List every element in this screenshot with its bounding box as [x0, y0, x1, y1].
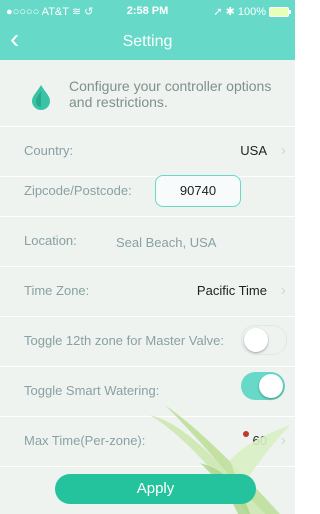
zip-input[interactable]: 90740: [155, 175, 241, 207]
smart-watering-toggle[interactable]: [241, 372, 285, 400]
status-right: ➚ ✱ 100%: [213, 5, 291, 18]
location-value: Seal Beach, USA: [116, 235, 217, 250]
battery-icon: [269, 6, 291, 17]
timezone-row[interactable]: Time Zone: Pacific Time ›: [0, 266, 295, 317]
chevron-right-icon: ›: [280, 282, 286, 299]
timezone-label: Time Zone:: [24, 283, 90, 298]
timezone-value: Pacific Time: [196, 283, 267, 298]
nav-bar: ‹ Setting: [0, 22, 295, 60]
country-label: Country:: [24, 143, 74, 158]
smart-watering-label: Toggle Smart Watering:: [24, 383, 160, 398]
country-value: USA: [240, 143, 267, 158]
master-valve-label: Toggle 12th zone for Master Valve:: [24, 333, 224, 348]
master-valve-toggle[interactable]: [241, 325, 287, 355]
bluetooth-icon: ✱: [225, 6, 235, 18]
status-bar: ●○○○○ AT&T ≋ ↺ 2:58 PM ➚ ✱ 100%: [0, 0, 295, 22]
water-drop-icon: [32, 85, 50, 110]
max-time-label: Max Time(Per-zone):: [24, 433, 146, 448]
apply-button[interactable]: Apply: [55, 474, 256, 504]
zip-row: Zipcode/Postcode:: [0, 166, 295, 217]
zip-label: Zipcode/Postcode:: [24, 183, 132, 198]
intro-description: Configure your controller options and re…: [69, 78, 272, 110]
chevron-right-icon: ›: [280, 142, 286, 159]
page-title: Setting: [122, 33, 173, 50]
toggle-knob: [244, 328, 268, 352]
location-label: Location:: [24, 233, 77, 248]
toggle-knob: [259, 374, 283, 398]
location-arrow-icon: ➚: [213, 6, 223, 18]
battery-percent: 100%: [237, 5, 266, 18]
settings-screen: ●○○○○ AT&T ≋ ↺ 2:58 PM ➚ ✱ 100% ‹ Settin…: [0, 0, 295, 514]
